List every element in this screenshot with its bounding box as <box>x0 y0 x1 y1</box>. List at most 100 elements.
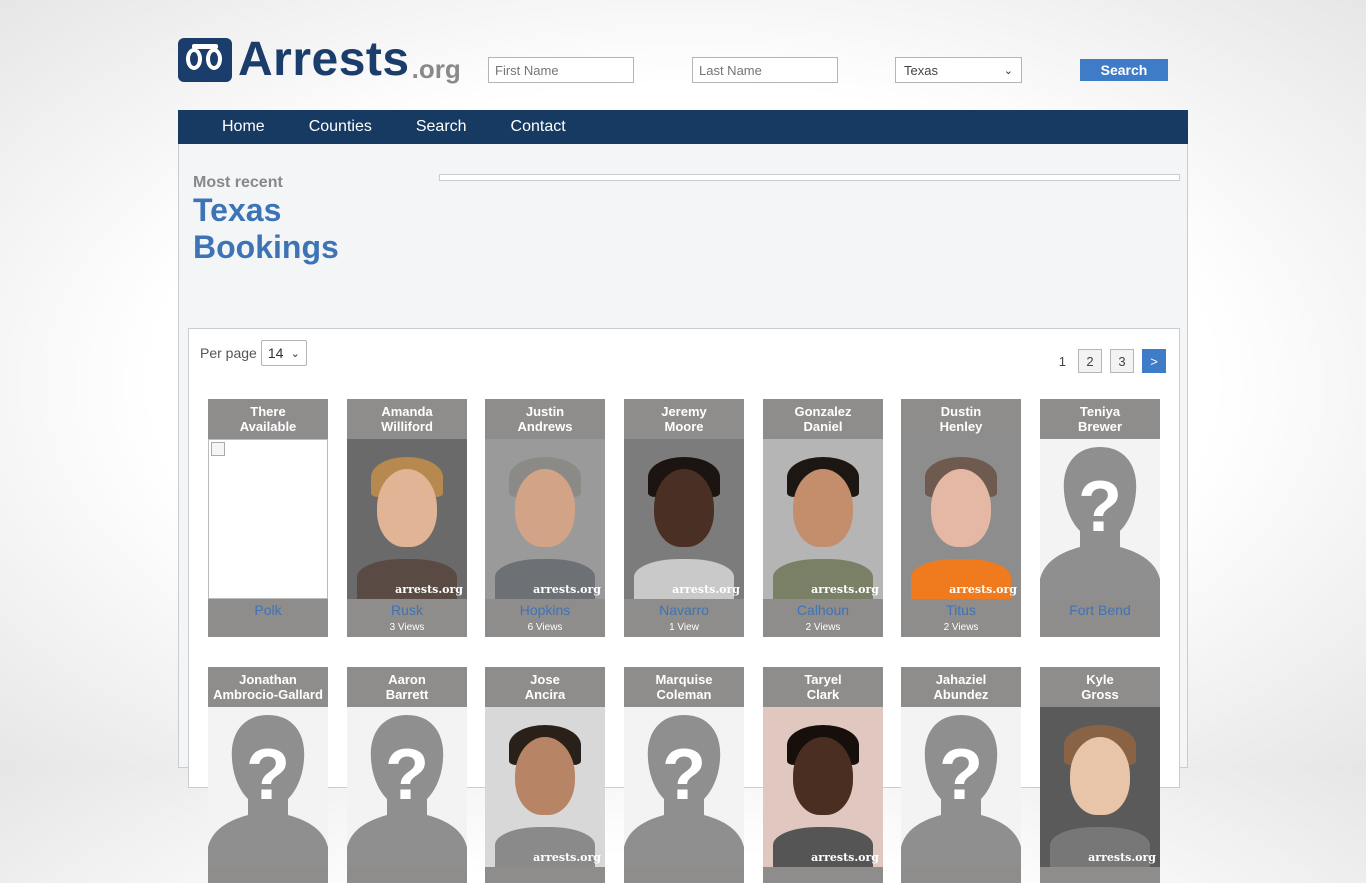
unknown-person-icon[interactable]: ? <box>208 707 328 867</box>
mugshot-face <box>1070 737 1130 815</box>
booking-name[interactable]: Jeremy Moore <box>624 399 744 439</box>
unknown-person-icon[interactable]: ? <box>1040 439 1160 599</box>
main-nav: Home Counties Search Contact <box>178 110 1188 144</box>
next-page-button[interactable]: > <box>1142 349 1166 373</box>
county-link[interactable]: Navarro <box>624 599 744 621</box>
search-button[interactable]: Search <box>1080 59 1168 81</box>
view-count: 2 Views <box>943 622 979 633</box>
mugshot-photo[interactable]: arrests.org <box>901 439 1021 599</box>
broken-image-icon <box>211 442 225 456</box>
booking-name[interactable]: Jose Ancira <box>485 667 605 707</box>
page-2-button[interactable]: 2 <box>1078 349 1102 373</box>
booking-card[interactable]: Jonathan Ambrocio-Gallard? <box>208 667 328 883</box>
booking-card[interactable]: Amanda Williford arrests.org Rusk 3 Views <box>347 399 467 637</box>
nav-contact[interactable]: Contact <box>511 110 566 144</box>
booking-name-last: Coleman <box>656 687 712 702</box>
mugshot-face <box>793 737 853 815</box>
county-link[interactable]: Fort Bend <box>1040 599 1160 621</box>
silhouette-question-icon: ? <box>208 715 328 867</box>
county-link[interactable]: Hopkins <box>485 599 605 621</box>
view-count: 2 Views <box>805 622 841 633</box>
booking-name[interactable]: Justin Andrews <box>485 399 605 439</box>
silhouette-question-icon: ? <box>347 715 467 867</box>
booking-name[interactable]: Dustin Henley <box>901 399 1021 439</box>
mugshot-photo[interactable]: arrests.org <box>347 439 467 599</box>
per-page-select[interactable]: 14 ⌄ <box>260 340 307 366</box>
mugshot-photo[interactable]: arrests.org <box>485 707 605 867</box>
per-page-control: Per page 14 ⌄ <box>200 340 307 366</box>
mugshot-photo[interactable]: arrests.org <box>763 707 883 867</box>
county-link[interactable]: Rusk <box>347 599 467 621</box>
per-page-label: Per page <box>200 345 257 361</box>
booking-name[interactable]: Kyle Gross <box>1040 667 1160 707</box>
booking-name-last: Andrews <box>517 419 573 434</box>
first-name-input[interactable] <box>488 57 634 83</box>
watermark: arrests.org <box>811 851 879 864</box>
page-3-button[interactable]: 3 <box>1110 349 1134 373</box>
booking-card[interactable]: Dustin Henley arrests.org Titus 2 Views <box>901 399 1021 637</box>
booking-name-first: Kyle <box>1086 672 1114 687</box>
site-logo[interactable]: Arrests .org <box>178 34 461 84</box>
svg-text:?: ? <box>385 735 429 815</box>
view-count <box>347 867 467 883</box>
booking-card[interactable]: There Available Polk <box>208 399 328 637</box>
booking-name-first: Dustin <box>940 404 982 419</box>
booking-card[interactable]: Jeremy Moore arrests.org Navarro 1 View <box>624 399 744 637</box>
booking-name[interactable]: There Available <box>208 399 328 439</box>
nav-counties[interactable]: Counties <box>309 110 372 144</box>
booking-card[interactable]: Kyle Gross arrests.org <box>1040 667 1160 883</box>
nav-home[interactable]: Home <box>222 110 265 144</box>
watermark: arrests.org <box>533 583 601 596</box>
silhouette-question-icon: ? <box>1040 447 1160 599</box>
mugshot-photo[interactable]: arrests.org <box>485 439 605 599</box>
booking-name-first: Gonzalez <box>794 404 852 419</box>
booking-name[interactable]: Amanda Williford <box>347 399 467 439</box>
booking-card[interactable]: Teniya Brewer? Fort Bend <box>1040 399 1160 637</box>
view-count <box>763 867 883 883</box>
mugshot-photo[interactable]: arrests.org <box>1040 707 1160 867</box>
page-current: 1 <box>1058 353 1066 369</box>
mugshot-face <box>654 469 714 547</box>
state-select[interactable]: Texas ⌄ <box>895 57 1022 83</box>
booking-name[interactable]: Teniya Brewer <box>1040 399 1160 439</box>
county-link[interactable]: Titus <box>901 599 1021 621</box>
booking-name[interactable]: Taryel Clark <box>763 667 883 707</box>
booking-name-first: Aaron <box>388 672 426 687</box>
booking-name-last: Abundez <box>933 687 989 702</box>
watermark: arrests.org <box>672 583 740 596</box>
booking-card[interactable]: Gonzalez Daniel arrests.org Calhoun 2 Views <box>763 399 883 637</box>
booking-name-last: Brewer <box>1077 419 1123 434</box>
booking-name-last: Ambrocio-Gallard <box>213 687 323 702</box>
svg-text:?: ? <box>246 735 290 815</box>
booking-card[interactable]: Justin Andrews arrests.org Hopkins 6 Views <box>485 399 605 637</box>
svg-text:?: ? <box>1078 467 1122 547</box>
booking-name[interactable]: Jahaziel Abundez <box>901 667 1021 707</box>
unknown-person-icon[interactable]: ? <box>347 707 467 867</box>
booking-name[interactable]: Jonathan Ambrocio-Gallard <box>208 667 328 707</box>
booking-card[interactable]: Jose Ancira arrests.org <box>485 667 605 883</box>
booking-name[interactable]: Gonzalez Daniel <box>763 399 883 439</box>
silhouette-question-icon: ? <box>901 715 1021 867</box>
county-link[interactable]: Calhoun <box>763 599 883 621</box>
booking-name[interactable]: Marquise Coleman <box>624 667 744 707</box>
booking-card[interactable]: Taryel Clark arrests.org <box>763 667 883 883</box>
nav-search[interactable]: Search <box>416 110 467 144</box>
mugshot-photo[interactable]: arrests.org <box>763 439 883 599</box>
booking-card[interactable]: Jahaziel Abundez? <box>901 667 1021 883</box>
booking-card[interactable]: Aaron Barrett? <box>347 667 467 883</box>
svg-text:?: ? <box>939 735 983 815</box>
view-count <box>901 867 1021 883</box>
mugshot-broken-image[interactable] <box>208 439 328 599</box>
view-count <box>1040 621 1160 637</box>
last-name-input[interactable] <box>692 57 838 83</box>
unknown-person-icon[interactable]: ? <box>624 707 744 867</box>
county-link[interactable]: Polk <box>208 599 328 621</box>
booking-name[interactable]: Aaron Barrett <box>347 667 467 707</box>
content-panel: Most recent Texas Bookings Per page 14 ⌄… <box>178 144 1188 883</box>
unknown-person-icon[interactable]: ? <box>901 707 1021 867</box>
booking-name-last: Clark <box>806 687 840 702</box>
view-count <box>208 867 328 883</box>
mugshot-photo[interactable]: arrests.org <box>624 439 744 599</box>
booking-card[interactable]: Marquise Coleman? <box>624 667 744 883</box>
booking-name-first: Jose <box>530 672 560 687</box>
